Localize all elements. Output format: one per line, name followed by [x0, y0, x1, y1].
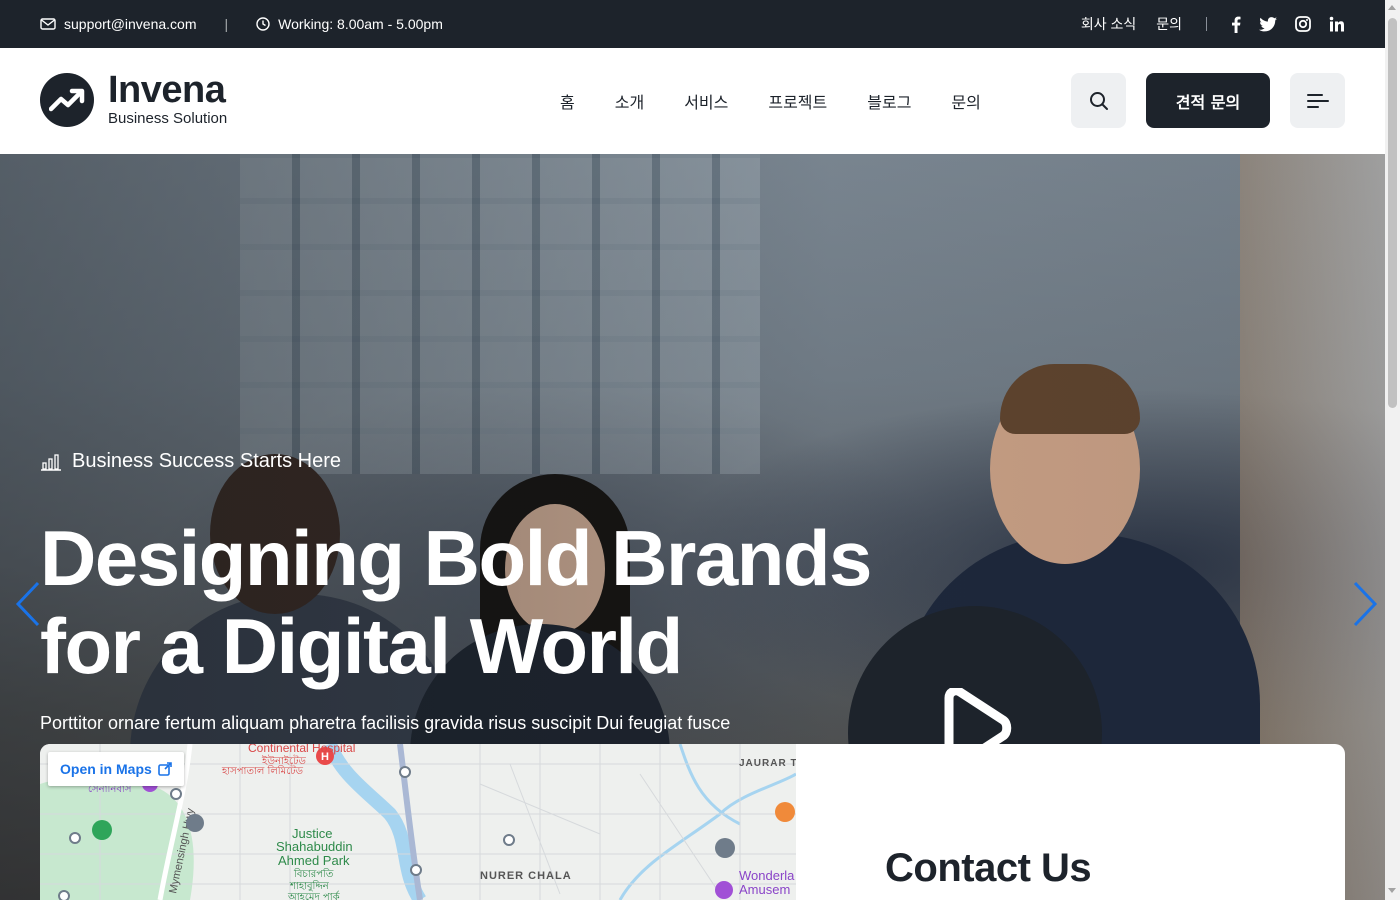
- hours-text: Working: 8.00am - 5.00pm: [278, 16, 443, 32]
- clock-icon: [256, 17, 270, 31]
- open-in-maps-button[interactable]: Open in Maps: [48, 752, 184, 786]
- menu-icon: [1306, 93, 1329, 108]
- logo-text: Invena Business Solution: [108, 69, 228, 127]
- page-scrollbar[interactable]: [1385, 0, 1400, 900]
- map-label-park-bn: আহমেদ পার্ক: [287, 891, 341, 900]
- slider-next-button[interactable]: [1345, 579, 1385, 629]
- trend-arrow-icon: [49, 88, 85, 111]
- hero-tagline: Business Success Starts Here: [40, 450, 341, 473]
- chevron-right-icon: [1353, 581, 1378, 627]
- hero-headline: Designing Bold Brands for a Digital Worl…: [40, 514, 872, 690]
- search-button[interactable]: [1071, 73, 1126, 128]
- tagline-text: Business Success Starts Here: [72, 450, 341, 472]
- logo-name: Invena: [108, 69, 226, 111]
- quote-button[interactable]: 견적 문의: [1146, 73, 1270, 128]
- nav-projects[interactable]: 프로젝트: [768, 89, 827, 113]
- contact-title: Contact Us: [885, 846, 1092, 890]
- top-bar: support@invena.com | Working: 8.00am - 5…: [0, 0, 1385, 48]
- search-icon: [1089, 91, 1108, 110]
- linkedin-icon[interactable]: [1329, 16, 1345, 32]
- email-contact[interactable]: support@invena.com: [40, 16, 197, 32]
- working-hours: Working: 8.00am - 5.00pm: [256, 16, 443, 32]
- map-label-park-bn: শাহাবুদ্দিন: [289, 880, 330, 892]
- open-in-maps-label: Open in Maps: [60, 761, 152, 777]
- nav-blog[interactable]: 블로그: [867, 89, 911, 113]
- nav-contact[interactable]: 문의: [951, 89, 980, 113]
- map-label-park-bn: বিচারপতি: [293, 868, 334, 880]
- scroll-down-icon[interactable]: [1388, 888, 1396, 893]
- twitter-icon[interactable]: [1259, 16, 1277, 32]
- restaurant-marker-icon: [775, 802, 795, 822]
- social-links: [1231, 16, 1345, 33]
- logo[interactable]: Invena Business Solution: [40, 69, 228, 127]
- hero-subtext: Porttitor ornare fertum aliquam pharetra…: [40, 713, 731, 733]
- logo-subtitle: Business Solution: [108, 110, 228, 127]
- chevron-left-icon: [15, 581, 40, 627]
- external-link-icon: [157, 762, 172, 776]
- menu-button[interactable]: [1290, 73, 1345, 128]
- divider: [1206, 17, 1207, 31]
- nav-about[interactable]: 소개: [615, 89, 644, 113]
- logo-mark: [40, 72, 94, 127]
- scrollbar-thumb[interactable]: [1388, 18, 1397, 408]
- headline-line-2: for a Digital World: [40, 602, 683, 690]
- bar-chart-icon: [41, 453, 61, 471]
- park-marker-icon: [92, 820, 112, 840]
- main-nav: 홈 소개 서비스 프로젝트 블로그 문의: [560, 48, 981, 154]
- map-label-area: NURER CHALA: [480, 870, 572, 882]
- nav-services[interactable]: 서비스: [684, 89, 728, 113]
- map-label-hospital-bn: হাসপাতাল লিমিটেড: [221, 764, 304, 777]
- divider: |: [224, 16, 229, 32]
- email-text[interactable]: support@invena.com: [64, 16, 197, 32]
- headline-line-1: Designing Bold Brands: [40, 514, 872, 602]
- map-label-place: Amusem: [739, 882, 790, 897]
- map-label-park: Shahabuddin: [276, 839, 353, 854]
- mail-icon: [40, 18, 56, 30]
- amusement-marker-icon: [715, 881, 733, 899]
- map-label-area: JAURAR TI: [739, 758, 796, 769]
- top-link-contact[interactable]: 문의: [1156, 14, 1182, 34]
- scroll-up-icon[interactable]: [1388, 5, 1396, 10]
- map-label-park: Ahmed Park: [278, 853, 350, 868]
- map-label-place: Wonderla: [739, 868, 795, 883]
- site-header: Invena Business Solution 홈 소개 서비스 프로젝트 블…: [0, 48, 1385, 154]
- nav-home[interactable]: 홈: [560, 89, 575, 113]
- instagram-icon[interactable]: [1295, 16, 1311, 32]
- facebook-icon[interactable]: [1231, 16, 1241, 33]
- slider-prev-button[interactable]: [8, 579, 48, 629]
- top-link-news[interactable]: 회사 소식: [1081, 14, 1136, 34]
- school-marker-icon: [715, 838, 735, 858]
- map-label-hospital: Continental Hospital: [248, 744, 355, 755]
